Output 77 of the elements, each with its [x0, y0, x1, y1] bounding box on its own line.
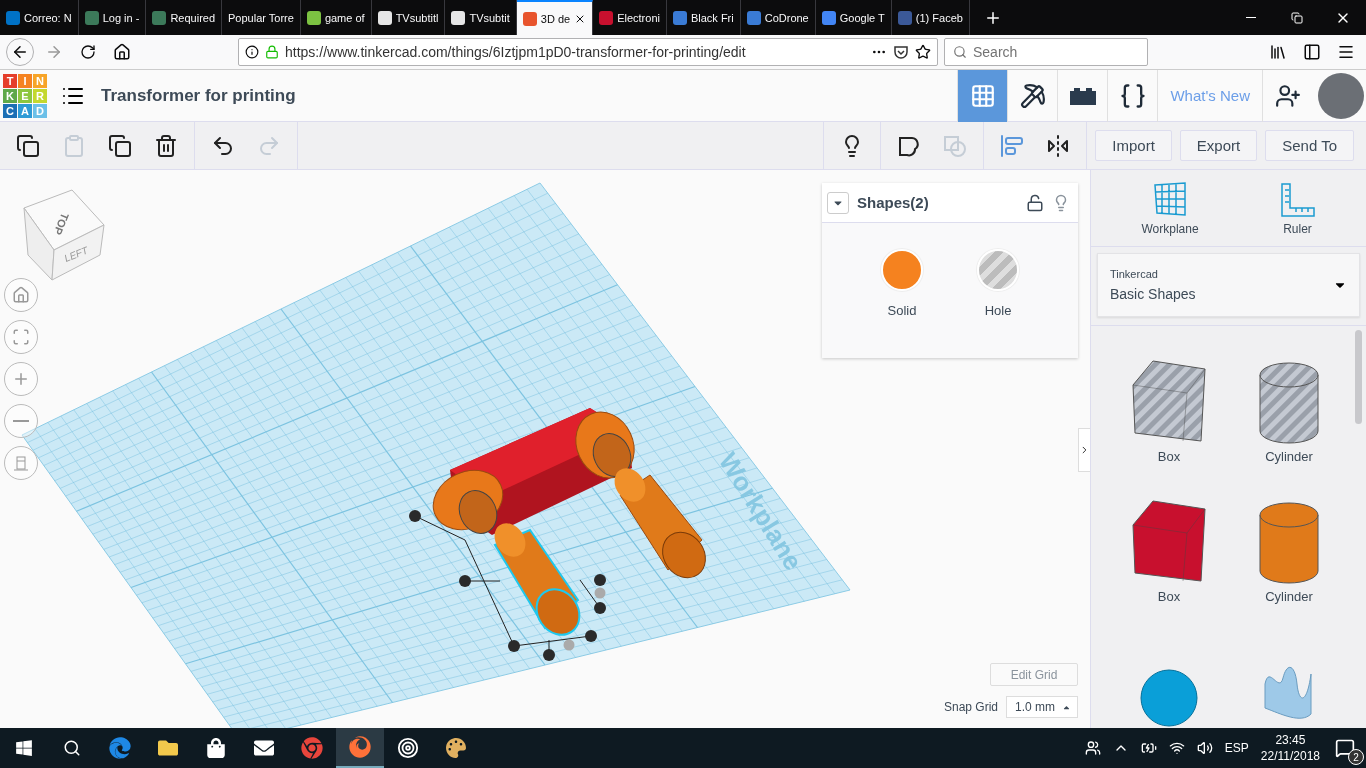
swatch-label: Solid [887, 303, 917, 318]
firefox-icon [349, 736, 371, 758]
view-control-button[interactable] [4, 404, 38, 438]
side-tool[interactable]: Ruler [1279, 182, 1316, 236]
pocket-icon[interactable] [893, 44, 909, 60]
inspector-title: Shapes(2) [857, 194, 930, 211]
action-button[interactable]: Import [1095, 130, 1172, 161]
home-icon [113, 43, 131, 61]
chrome-icon [301, 737, 323, 759]
search-icon [953, 45, 967, 59]
info-icon[interactable] [245, 45, 259, 59]
trash-icon [154, 133, 178, 158]
paste-icon [62, 133, 86, 158]
address-field[interactable]: https://www.tinkercad.com/things/6Iztjpm1pD0-transformer-for-printing/edit [238, 38, 938, 66]
minimize-icon [1246, 17, 1256, 18]
snap-grid-select[interactable]: 1.0 mm [1006, 696, 1078, 718]
message-icon[interactable] [1335, 738, 1355, 758]
brick-icon [1067, 85, 1098, 106]
restore-icon [1291, 11, 1303, 24]
tinkercad-logo: T I N K E R C A D [3, 73, 47, 118]
unlock-icon[interactable] [1026, 193, 1044, 212]
copy-icon [16, 133, 40, 158]
edge-icon [109, 737, 131, 759]
language-indicator[interactable]: ESP [1224, 741, 1249, 755]
panel-toggle-button[interactable] [1078, 428, 1090, 472]
duplicate-icon [108, 133, 132, 158]
lock-icon[interactable] [265, 45, 279, 59]
wifi-icon[interactable] [1168, 740, 1185, 756]
star-icon[interactable] [915, 44, 931, 60]
battery-icon[interactable] [1140, 740, 1157, 756]
avatar[interactable] [1318, 72, 1364, 119]
pickaxe-icon [1019, 82, 1046, 109]
volume-icon[interactable] [1196, 740, 1213, 756]
zoom-in-icon [12, 370, 30, 388]
add-user-icon [1274, 82, 1301, 109]
hole-swatch[interactable] [977, 249, 1019, 291]
grid-icon [969, 82, 996, 109]
snap-grid-label: Snap Grid [943, 700, 998, 714]
align-icon [1000, 133, 1025, 158]
grid-plane-icon [1152, 182, 1188, 218]
people-icon[interactable] [1084, 740, 1101, 756]
target-icon [397, 737, 419, 759]
sidebar-icon [1303, 43, 1321, 61]
design-title: Transformer for printing [101, 85, 296, 106]
shape-tile[interactable]: Cylinder [1229, 478, 1349, 604]
action-button[interactable]: Export [1179, 130, 1258, 161]
clock[interactable]: 23:45 22/11/2018 [1260, 732, 1320, 764]
arrow-right-icon [45, 43, 63, 61]
shape-tile[interactable]: Box [1109, 478, 1229, 604]
browser-tab[interactable]: 3D de [516, 0, 594, 35]
windows-logo-icon [15, 739, 33, 757]
search-field[interactable]: Search [944, 38, 1148, 66]
perspective-icon [13, 455, 29, 471]
ruler-icon [1279, 182, 1316, 218]
mirror-icon [1046, 133, 1071, 158]
folder-icon [158, 738, 178, 758]
reload-icon [80, 44, 96, 60]
action-button[interactable]: Send To [1265, 130, 1354, 161]
view-control-button[interactable] [4, 278, 38, 312]
collapse-button[interactable] [827, 191, 849, 214]
shape-tile[interactable]: Box [1109, 338, 1229, 464]
side-tool[interactable]: Workplane [1141, 182, 1199, 236]
swatch-label: Hole [984, 303, 1012, 318]
solid-swatch[interactable] [881, 249, 923, 291]
shopping-bag-icon [206, 738, 226, 758]
palette-icon [446, 738, 466, 758]
notification-badge: 2 [1348, 749, 1364, 765]
fit-view-icon [12, 328, 30, 346]
shape-tile[interactable]: Cylinder [1229, 338, 1349, 464]
envelope-icon [254, 738, 274, 758]
group-icon [943, 133, 968, 158]
menu-icon [1337, 43, 1355, 61]
braces-icon [1118, 81, 1147, 110]
search-icon [63, 739, 81, 757]
library-icon [1269, 43, 1287, 61]
home-icon [12, 286, 30, 304]
library-select[interactable]: Tinkercad Basic Shapes [1097, 253, 1360, 317]
